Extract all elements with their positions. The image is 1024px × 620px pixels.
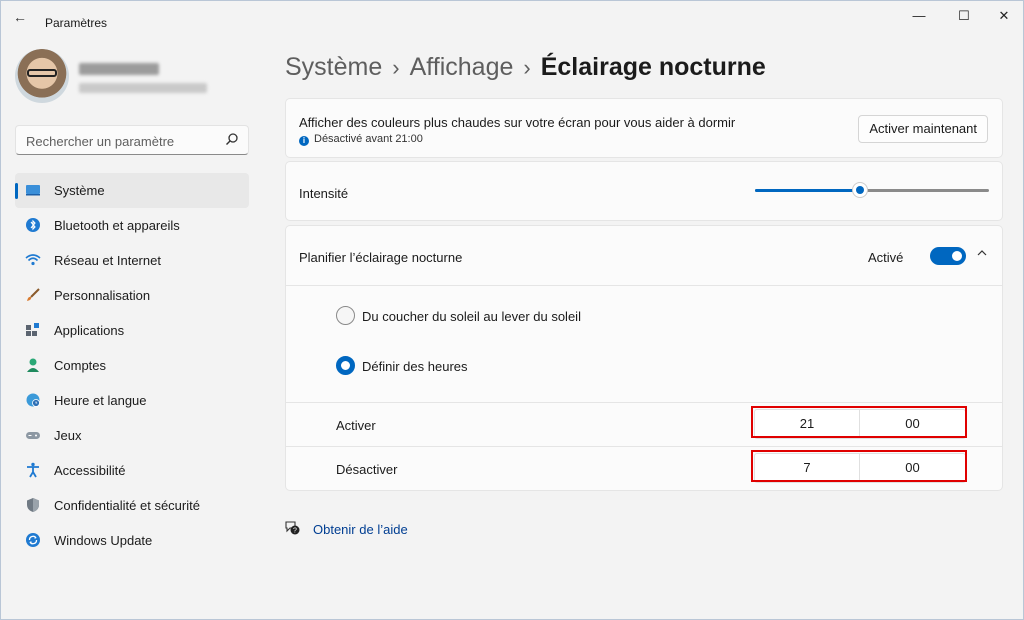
- sidebar-item-label: Heure et langue: [54, 393, 147, 408]
- schedule-card: Planifier l’éclairage nocturne Activé Du…: [285, 225, 1003, 491]
- sidebar-item-confidentialite[interactable]: Confidentialité et sécurité: [15, 488, 249, 523]
- svg-text:?: ?: [293, 528, 297, 535]
- turn-off-hour[interactable]: 7: [755, 454, 860, 482]
- brush-icon: [27, 288, 40, 301]
- turn-off-time-picker[interactable]: 7 00: [754, 453, 966, 483]
- avatar-glasses: [27, 69, 57, 77]
- breadcrumb-systeme[interactable]: Système: [285, 53, 382, 81]
- intensity-card: Intensité: [285, 161, 1003, 221]
- sidebar-item-windows-update[interactable]: Windows Update: [15, 523, 249, 558]
- get-help-link[interactable]: Obtenir de l’aide: [313, 522, 408, 537]
- sidebar-item-personnalisation[interactable]: Personnalisation: [15, 278, 249, 313]
- turn-on-label: Activer: [336, 418, 376, 433]
- settings-window: ← Paramètres — ☐ ✕ Rechercher un paramèt…: [0, 0, 1024, 620]
- sidebar-item-label: Accessibilité: [54, 463, 126, 478]
- sidebar-item-label: Système: [54, 183, 105, 198]
- search-input[interactable]: Rechercher un paramètre: [15, 125, 249, 155]
- option-sunset-label: Du coucher du soleil au lever du soleil: [362, 309, 581, 324]
- turn-on-row: Activer 21 00: [286, 402, 1002, 446]
- sidebar-nav: Système Bluetooth et appareils Réseau et…: [15, 173, 249, 558]
- turn-off-label: Désactiver: [336, 462, 398, 477]
- turn-off-row: Désactiver 7 00: [286, 446, 1002, 490]
- gamepad-icon: [26, 432, 40, 439]
- info-icon: i: [299, 136, 309, 146]
- search-icon: [226, 133, 238, 145]
- maximize-button[interactable]: ☐: [952, 7, 976, 25]
- sidebar-item-label: Bluetooth et appareils: [54, 218, 180, 233]
- chevron-up-icon[interactable]: [976, 247, 988, 259]
- bluetooth-icon: [26, 218, 40, 232]
- sidebar-item-comptes[interactable]: Comptes: [15, 348, 249, 383]
- breadcrumb: Système › Affichage › Éclairage nocturne: [285, 53, 766, 82]
- schedule-header[interactable]: Planifier l’éclairage nocturne Activé: [286, 226, 1002, 286]
- breadcrumb-affichage[interactable]: Affichage: [410, 53, 514, 81]
- slider-fill: [755, 189, 861, 192]
- breadcrumb-separator: ›: [392, 55, 400, 80]
- sidebar-item-label: Jeux: [54, 428, 82, 443]
- sidebar-item-label: Windows Update: [54, 533, 153, 548]
- wifi-icon: [25, 254, 41, 266]
- turn-on-time-picker[interactable]: 21 00: [754, 409, 966, 439]
- shield-icon: [27, 498, 39, 512]
- turn-on-minute[interactable]: 00: [860, 410, 965, 438]
- display-icon: [26, 185, 40, 196]
- sidebar-item-jeux[interactable]: Jeux: [15, 418, 249, 453]
- sidebar-item-label: Réseau et Internet: [54, 253, 161, 268]
- turn-on-hour[interactable]: 21: [755, 410, 860, 438]
- option-set-hours-label: Définir des heures: [362, 359, 468, 374]
- help-icon: ?: [285, 521, 300, 535]
- close-button[interactable]: ✕: [992, 7, 1016, 25]
- sidebar-item-heure[interactable]: Heure et langue: [15, 383, 249, 418]
- schedule-title: Planifier l’éclairage nocturne: [299, 250, 463, 265]
- page-title: Éclairage nocturne: [540, 53, 766, 81]
- search-placeholder: Rechercher un paramètre: [26, 134, 175, 149]
- accessibility-icon: [27, 462, 39, 478]
- breadcrumb-separator: ›: [523, 55, 531, 80]
- intensity-slider[interactable]: [755, 182, 989, 198]
- schedule-state: Activé: [868, 250, 904, 265]
- night-light-description: Afficher des couleurs plus chaudes sur v…: [299, 115, 736, 130]
- activate-now-button[interactable]: Activer maintenant: [858, 115, 988, 143]
- account-icon: [27, 358, 39, 372]
- sidebar-item-accessibilite[interactable]: Accessibilité: [15, 453, 249, 488]
- night-light-card: Afficher des couleurs plus chaudes sur v…: [285, 98, 1003, 158]
- radio-set-hours[interactable]: [336, 356, 355, 375]
- schedule-toggle[interactable]: [930, 247, 966, 265]
- slider-thumb[interactable]: [852, 182, 869, 198]
- sidebar-item-bluetooth[interactable]: Bluetooth et appareils: [15, 208, 249, 243]
- sidebar-item-label: Personnalisation: [54, 288, 151, 303]
- back-arrow-icon[interactable]: ←: [13, 10, 31, 24]
- turn-off-minute[interactable]: 00: [860, 454, 965, 482]
- profile-name-redacted: [79, 63, 159, 75]
- status-text: Désactivé avant 21:00: [314, 133, 423, 145]
- sidebar-item-label: Confidentialité et sécurité: [54, 498, 200, 513]
- minimize-button[interactable]: —: [907, 7, 931, 25]
- app-title: Paramètres: [45, 16, 108, 30]
- intensity-label: Intensité: [299, 186, 349, 201]
- sidebar-item-systeme[interactable]: Système: [15, 173, 249, 208]
- radio-sunset[interactable]: [336, 306, 355, 325]
- update-icon: [26, 533, 40, 547]
- sidebar-item-reseau[interactable]: Réseau et Internet: [15, 243, 249, 278]
- globe-clock-icon: [26, 393, 40, 407]
- profile-email-redacted: [79, 83, 207, 93]
- apps-icon: [26, 323, 39, 336]
- sidebar-item-label: Applications: [54, 323, 125, 338]
- night-light-status: i Désactivé avant 21:00: [299, 133, 423, 146]
- sidebar-item-label: Comptes: [54, 358, 107, 373]
- title-bar: ← Paramètres — ☐ ✕: [1, 1, 1023, 31]
- avatar[interactable]: [15, 49, 69, 103]
- sidebar-item-applications[interactable]: Applications: [15, 313, 249, 348]
